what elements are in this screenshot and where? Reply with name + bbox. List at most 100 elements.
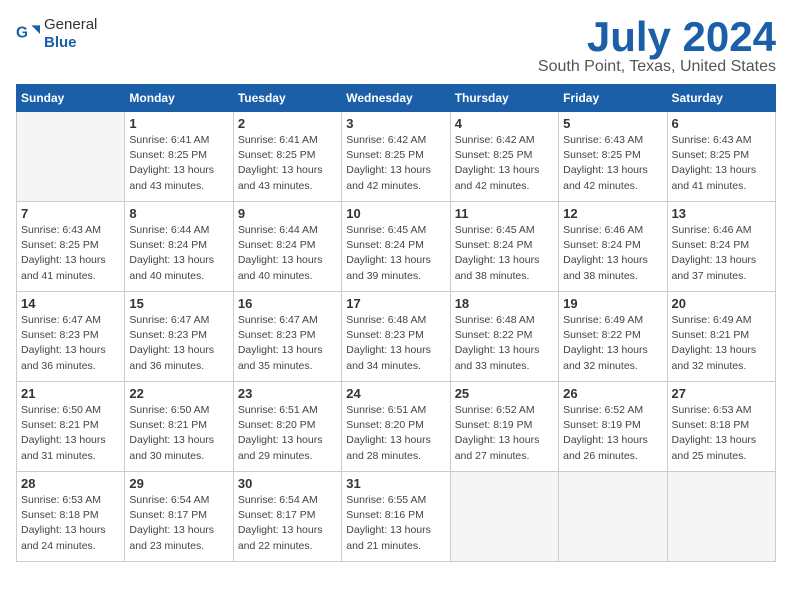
day-number: 22 — [129, 386, 228, 401]
week-row-1: 1 Sunrise: 6:41 AM Sunset: 8:25 PM Daylig… — [17, 112, 776, 202]
calendar-cell: 25 Sunrise: 6:52 AM Sunset: 8:19 PM Dayli… — [450, 382, 558, 472]
day-info: Sunrise: 6:47 AM Sunset: 8:23 PM Dayligh… — [129, 313, 228, 374]
day-info: Sunrise: 6:53 AM Sunset: 8:18 PM Dayligh… — [21, 493, 120, 554]
day-number: 24 — [346, 386, 445, 401]
calendar-cell — [559, 472, 667, 562]
day-number: 8 — [129, 206, 228, 221]
calendar-cell: 18Sunrise: 6:48 AM Sunset: 8:22 PM Dayli… — [450, 292, 558, 382]
calendar-cell: 20 Sunrise: 6:49 AM Sunset: 8:21 PM Dayli… — [667, 292, 775, 382]
day-number: 23 — [238, 386, 337, 401]
logo-icon: G — [16, 22, 40, 46]
day-info: Sunrise: 6:44 AM Sunset: 8:24 PM Dayligh… — [238, 223, 337, 284]
calendar-cell: 21 Sunrise: 6:50 AM Sunset: 8:21 PM Dayli… — [17, 382, 125, 472]
calendar-cell: 6 Sunrise: 6:43 AM Sunset: 8:25 PM Daylig… — [667, 112, 775, 202]
day-number: 29 — [129, 476, 228, 491]
day-number: 5 — [563, 116, 662, 131]
day-info: Sunrise: 6:43 AM Sunset: 8:25 PM Dayligh… — [672, 133, 771, 194]
day-info: Sunrise: 6:48 AM Sunset: 8:22 PM Dayligh… — [455, 313, 554, 374]
week-row-3: 14Sunrise: 6:47 AM Sunset: 8:23 PM Dayli… — [17, 292, 776, 382]
day-info: Sunrise: 6:49 AM Sunset: 8:22 PM Dayligh… — [563, 313, 662, 374]
week-row-5: 28 Sunrise: 6:53 AM Sunset: 8:18 PM Dayli… — [17, 472, 776, 562]
day-info: Sunrise: 6:41 AM Sunset: 8:25 PM Dayligh… — [129, 133, 228, 194]
day-info: Sunrise: 6:46 AM Sunset: 8:24 PM Dayligh… — [672, 223, 771, 284]
calendar-cell: 11 Sunrise: 6:45 AM Sunset: 8:24 PM Dayli… — [450, 202, 558, 292]
day-info: Sunrise: 6:42 AM Sunset: 8:25 PM Dayligh… — [346, 133, 445, 194]
day-info: Sunrise: 6:51 AM Sunset: 8:20 PM Dayligh… — [238, 403, 337, 464]
day-info: Sunrise: 6:55 AM Sunset: 8:16 PM Dayligh… — [346, 493, 445, 554]
day-number: 7 — [21, 206, 120, 221]
day-info: Sunrise: 6:42 AM Sunset: 8:25 PM Dayligh… — [455, 133, 554, 194]
main-title: July 2024 — [538, 16, 776, 58]
weekday-header-monday: Monday — [125, 85, 233, 112]
day-info: Sunrise: 6:50 AM Sunset: 8:21 PM Dayligh… — [21, 403, 120, 464]
day-number: 6 — [672, 116, 771, 131]
day-info: Sunrise: 6:50 AM Sunset: 8:21 PM Dayligh… — [129, 403, 228, 464]
day-number: 20 — [672, 296, 771, 311]
calendar-cell: 7 Sunrise: 6:43 AM Sunset: 8:25 PM Daylig… — [17, 202, 125, 292]
weekday-header-wednesday: Wednesday — [342, 85, 450, 112]
calendar: SundayMondayTuesdayWednesdayThursdayFrid… — [16, 84, 776, 562]
calendar-cell: 17Sunrise: 6:48 AM Sunset: 8:23 PM Dayli… — [342, 292, 450, 382]
calendar-cell: 30Sunrise: 6:54 AM Sunset: 8:17 PM Dayli… — [233, 472, 341, 562]
day-number: 21 — [21, 386, 120, 401]
week-row-2: 7 Sunrise: 6:43 AM Sunset: 8:25 PM Daylig… — [17, 202, 776, 292]
calendar-cell: 5 Sunrise: 6:43 AM Sunset: 8:25 PM Daylig… — [559, 112, 667, 202]
day-info: Sunrise: 6:43 AM Sunset: 8:25 PM Dayligh… — [563, 133, 662, 194]
day-info: Sunrise: 6:49 AM Sunset: 8:21 PM Dayligh… — [672, 313, 771, 374]
calendar-cell: 1 Sunrise: 6:41 AM Sunset: 8:25 PM Daylig… — [125, 112, 233, 202]
weekday-header-sunday: Sunday — [17, 85, 125, 112]
day-number: 17 — [346, 296, 445, 311]
day-info: Sunrise: 6:43 AM Sunset: 8:25 PM Dayligh… — [21, 223, 120, 284]
day-number: 26 — [563, 386, 662, 401]
logo: G General Blue — [16, 16, 97, 52]
week-row-4: 21 Sunrise: 6:50 AM Sunset: 8:21 PM Dayli… — [17, 382, 776, 472]
calendar-cell: 4Sunrise: 6:42 AM Sunset: 8:25 PM Daylig… — [450, 112, 558, 202]
day-number: 28 — [21, 476, 120, 491]
logo-blue: Blue — [44, 34, 77, 51]
day-number: 27 — [672, 386, 771, 401]
day-info: Sunrise: 6:52 AM Sunset: 8:19 PM Dayligh… — [563, 403, 662, 464]
day-info: Sunrise: 6:51 AM Sunset: 8:20 PM Dayligh… — [346, 403, 445, 464]
weekday-header-friday: Friday — [559, 85, 667, 112]
day-number: 11 — [455, 206, 554, 221]
day-info: Sunrise: 6:45 AM Sunset: 8:24 PM Dayligh… — [346, 223, 445, 284]
day-info: Sunrise: 6:47 AM Sunset: 8:23 PM Dayligh… — [238, 313, 337, 374]
calendar-cell — [450, 472, 558, 562]
day-number: 9 — [238, 206, 337, 221]
day-number: 31 — [346, 476, 445, 491]
day-number: 3 — [346, 116, 445, 131]
day-number: 30 — [238, 476, 337, 491]
weekday-header-tuesday: Tuesday — [233, 85, 341, 112]
subtitle: South Point, Texas, United States — [538, 58, 776, 76]
calendar-cell: 23 Sunrise: 6:51 AM Sunset: 8:20 PM Dayli… — [233, 382, 341, 472]
calendar-cell: 3 Sunrise: 6:42 AM Sunset: 8:25 PM Daylig… — [342, 112, 450, 202]
day-number: 12 — [563, 206, 662, 221]
calendar-cell: 2Sunrise: 6:41 AM Sunset: 8:25 PM Daylig… — [233, 112, 341, 202]
day-info: Sunrise: 6:41 AM Sunset: 8:25 PM Dayligh… — [238, 133, 337, 194]
calendar-cell: 16 Sunrise: 6:47 AM Sunset: 8:23 PM Dayli… — [233, 292, 341, 382]
title-block: July 2024 South Point, Texas, United Sta… — [538, 16, 776, 76]
day-info: Sunrise: 6:52 AM Sunset: 8:19 PM Dayligh… — [455, 403, 554, 464]
header: G General Blue July 2024 South Point, Te… — [16, 16, 776, 76]
calendar-cell: 8Sunrise: 6:44 AM Sunset: 8:24 PM Daylig… — [125, 202, 233, 292]
calendar-cell: 13Sunrise: 6:46 AM Sunset: 8:24 PM Dayli… — [667, 202, 775, 292]
day-info: Sunrise: 6:46 AM Sunset: 8:24 PM Dayligh… — [563, 223, 662, 284]
day-number: 19 — [563, 296, 662, 311]
calendar-cell: 19 Sunrise: 6:49 AM Sunset: 8:22 PM Dayli… — [559, 292, 667, 382]
calendar-cell: 14Sunrise: 6:47 AM Sunset: 8:23 PM Dayli… — [17, 292, 125, 382]
svg-text:G: G — [16, 24, 28, 41]
day-info: Sunrise: 6:54 AM Sunset: 8:17 PM Dayligh… — [129, 493, 228, 554]
calendar-cell: 15Sunrise: 6:47 AM Sunset: 8:23 PM Dayli… — [125, 292, 233, 382]
calendar-cell — [17, 112, 125, 202]
calendar-cell: 31 Sunrise: 6:55 AM Sunset: 8:16 PM Dayli… — [342, 472, 450, 562]
calendar-cell — [667, 472, 775, 562]
day-number: 10 — [346, 206, 445, 221]
day-number: 16 — [238, 296, 337, 311]
day-number: 25 — [455, 386, 554, 401]
calendar-cell: 26 Sunrise: 6:52 AM Sunset: 8:19 PM Dayli… — [559, 382, 667, 472]
weekday-header-thursday: Thursday — [450, 85, 558, 112]
logo-text: General Blue — [44, 16, 97, 52]
day-number: 1 — [129, 116, 228, 131]
day-info: Sunrise: 6:45 AM Sunset: 8:24 PM Dayligh… — [455, 223, 554, 284]
calendar-cell: 9 Sunrise: 6:44 AM Sunset: 8:24 PM Daylig… — [233, 202, 341, 292]
